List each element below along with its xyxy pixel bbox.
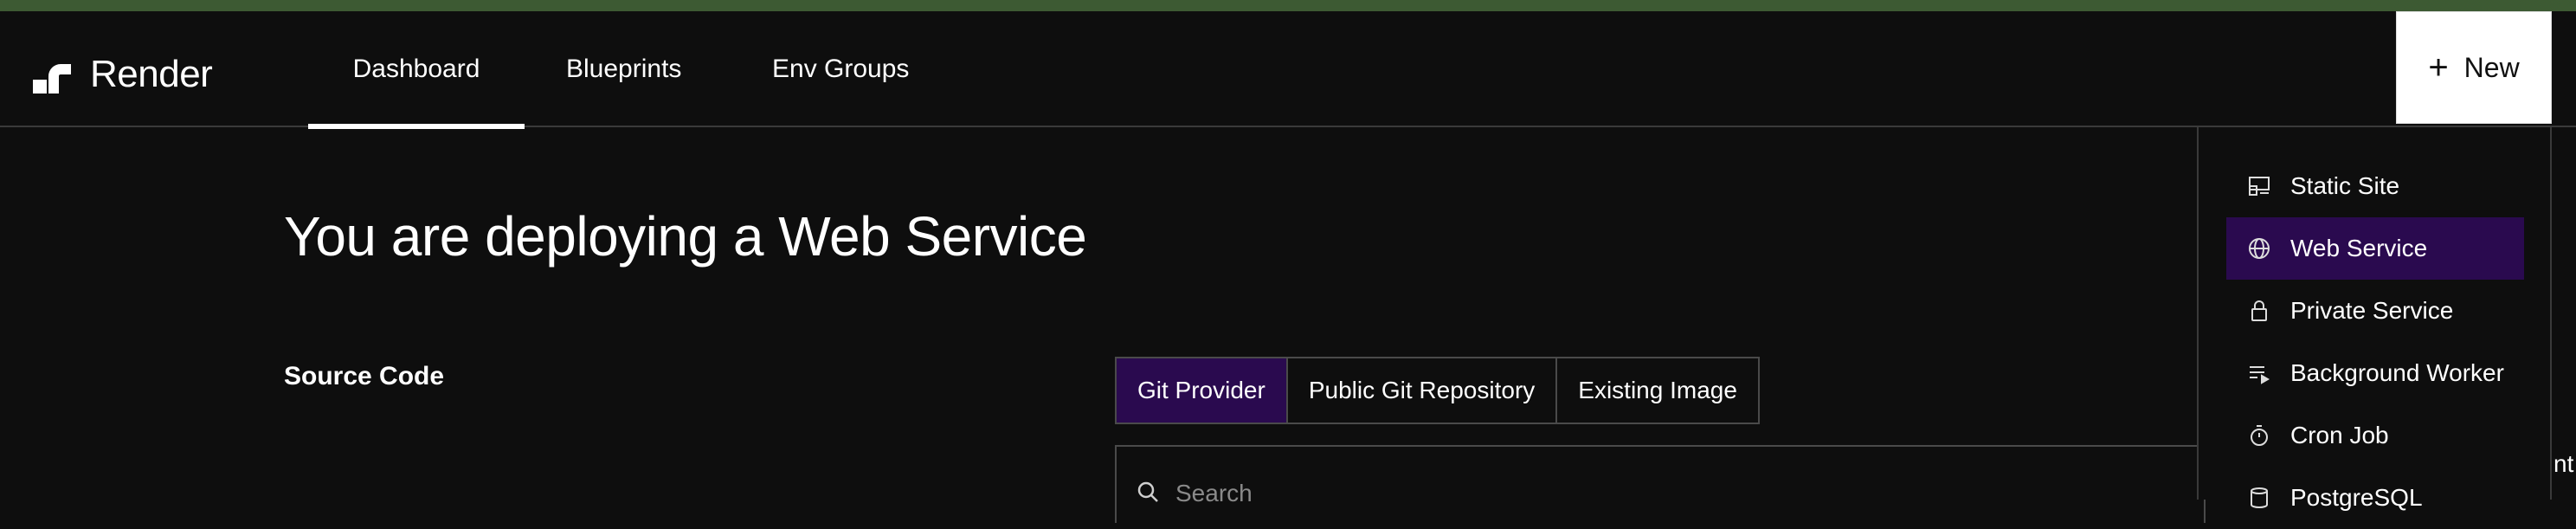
globe-icon: [2247, 236, 2271, 261]
new-button[interactable]: + New: [2396, 11, 2552, 124]
menu-item-background-worker[interactable]: Background Worker: [2226, 342, 2524, 404]
menu-item-label: Web Service: [2290, 235, 2428, 261]
top-accent-strip: [0, 0, 2576, 11]
nav-tab-blueprints[interactable]: Blueprints: [566, 11, 681, 127]
menu-item-web-service[interactable]: Web Service: [2226, 217, 2524, 280]
database-icon: [2247, 486, 2271, 510]
nav-tab-dashboard[interactable]: Dashboard: [308, 11, 525, 129]
menu-item-cron-job[interactable]: Cron Job: [2226, 404, 2524, 467]
tab-public-git-repository[interactable]: Public Git Repository: [1288, 358, 1558, 423]
top-navigation-bar: Render Dashboard Blueprints Env Groups: [0, 11, 2576, 129]
menu-item-label: Private Service: [2290, 297, 2454, 324]
stopwatch-icon: [2247, 423, 2271, 448]
lock-icon: [2247, 299, 2271, 323]
menu-item-label: PostgreSQL: [2290, 484, 2423, 511]
menu-item-static-site[interactable]: Static Site: [2226, 155, 2524, 217]
list-play-icon: [2247, 361, 2271, 385]
tab-existing-image[interactable]: Existing Image: [1557, 358, 1758, 423]
menu-item-label: Static Site: [2290, 172, 2400, 199]
menu-item-label: Cron Job: [2290, 422, 2389, 448]
tab-label: Existing Image: [1578, 377, 1737, 403]
truncated-text: nt: [2553, 450, 2574, 477]
plus-icon: +: [2428, 48, 2449, 87]
search-input[interactable]: [1175, 480, 1695, 507]
tab-git-provider[interactable]: Git Provider: [1117, 358, 1288, 423]
tab-label: Git Provider: [1137, 377, 1265, 403]
brand-name: Render: [90, 53, 213, 95]
new-service-menu: Static Site Web Service Private Service: [2197, 127, 2552, 511]
render-logo-icon: [33, 55, 71, 94]
tab-label: Public Git Repository: [1308, 377, 1536, 403]
menu-item-private-service[interactable]: Private Service: [2226, 280, 2524, 342]
render-logo[interactable]: Render: [33, 53, 213, 96]
source-code-label: Source Code: [284, 362, 445, 390]
static-site-icon: [2247, 174, 2271, 198]
menu-item-postgresql[interactable]: PostgreSQL: [2226, 467, 2524, 529]
nav-tab-label: Blueprints: [566, 55, 682, 83]
source-type-selector: Git Provider Public Git Repository Exist…: [1115, 357, 1760, 424]
new-button-label: New: [2463, 51, 2520, 83]
nav-tab-label: Env Groups: [772, 55, 910, 83]
nav-tab-label: Dashboard: [352, 55, 480, 83]
page-title: You are deploying a Web Service: [284, 205, 1087, 268]
repository-search: [1115, 445, 2206, 523]
menu-item-label: Background Worker: [2290, 359, 2504, 386]
nav-tab-env-groups[interactable]: Env Groups: [772, 11, 909, 127]
search-icon: [1136, 480, 1160, 508]
